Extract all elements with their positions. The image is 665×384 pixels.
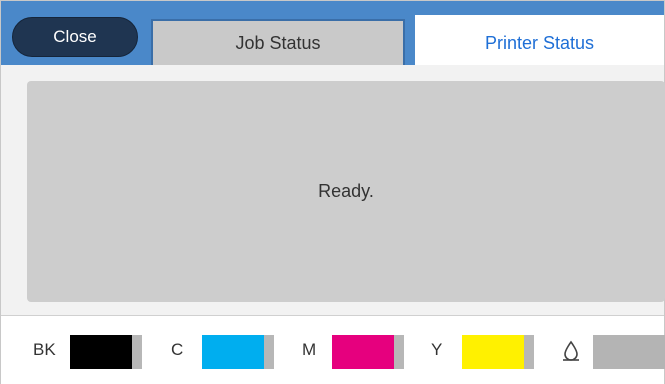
maintenance-box-bar bbox=[593, 335, 665, 369]
ink-fill-c bbox=[202, 335, 264, 369]
ink-label-bk: BK bbox=[33, 340, 56, 359]
close-button[interactable]: Close bbox=[12, 17, 138, 57]
ink-label-m: M bbox=[302, 340, 317, 359]
tab-printer-status[interactable]: Printer Status bbox=[415, 15, 664, 67]
ink-label-c: C bbox=[171, 340, 184, 359]
ink-label-y: Y bbox=[431, 340, 443, 359]
ink-fill-m bbox=[332, 335, 394, 369]
ink-bar-y bbox=[462, 335, 534, 369]
ink-bar-m bbox=[332, 335, 404, 369]
status-panel: Ready. bbox=[27, 81, 665, 302]
status-message: Ready. bbox=[318, 181, 374, 201]
ink-bar-bk bbox=[70, 335, 142, 369]
tab-bar: Close Job Status Printer Status bbox=[1, 1, 664, 67]
ink-fill-bk bbox=[70, 335, 132, 369]
ink-bar-c bbox=[202, 335, 274, 369]
ink-fill-y bbox=[462, 335, 524, 369]
tab-job-status[interactable]: Job Status bbox=[151, 19, 405, 65]
maintenance-box-icon bbox=[562, 340, 580, 362]
printer-status-screen: Close Job Status Printer Status Ready. B… bbox=[0, 0, 665, 384]
